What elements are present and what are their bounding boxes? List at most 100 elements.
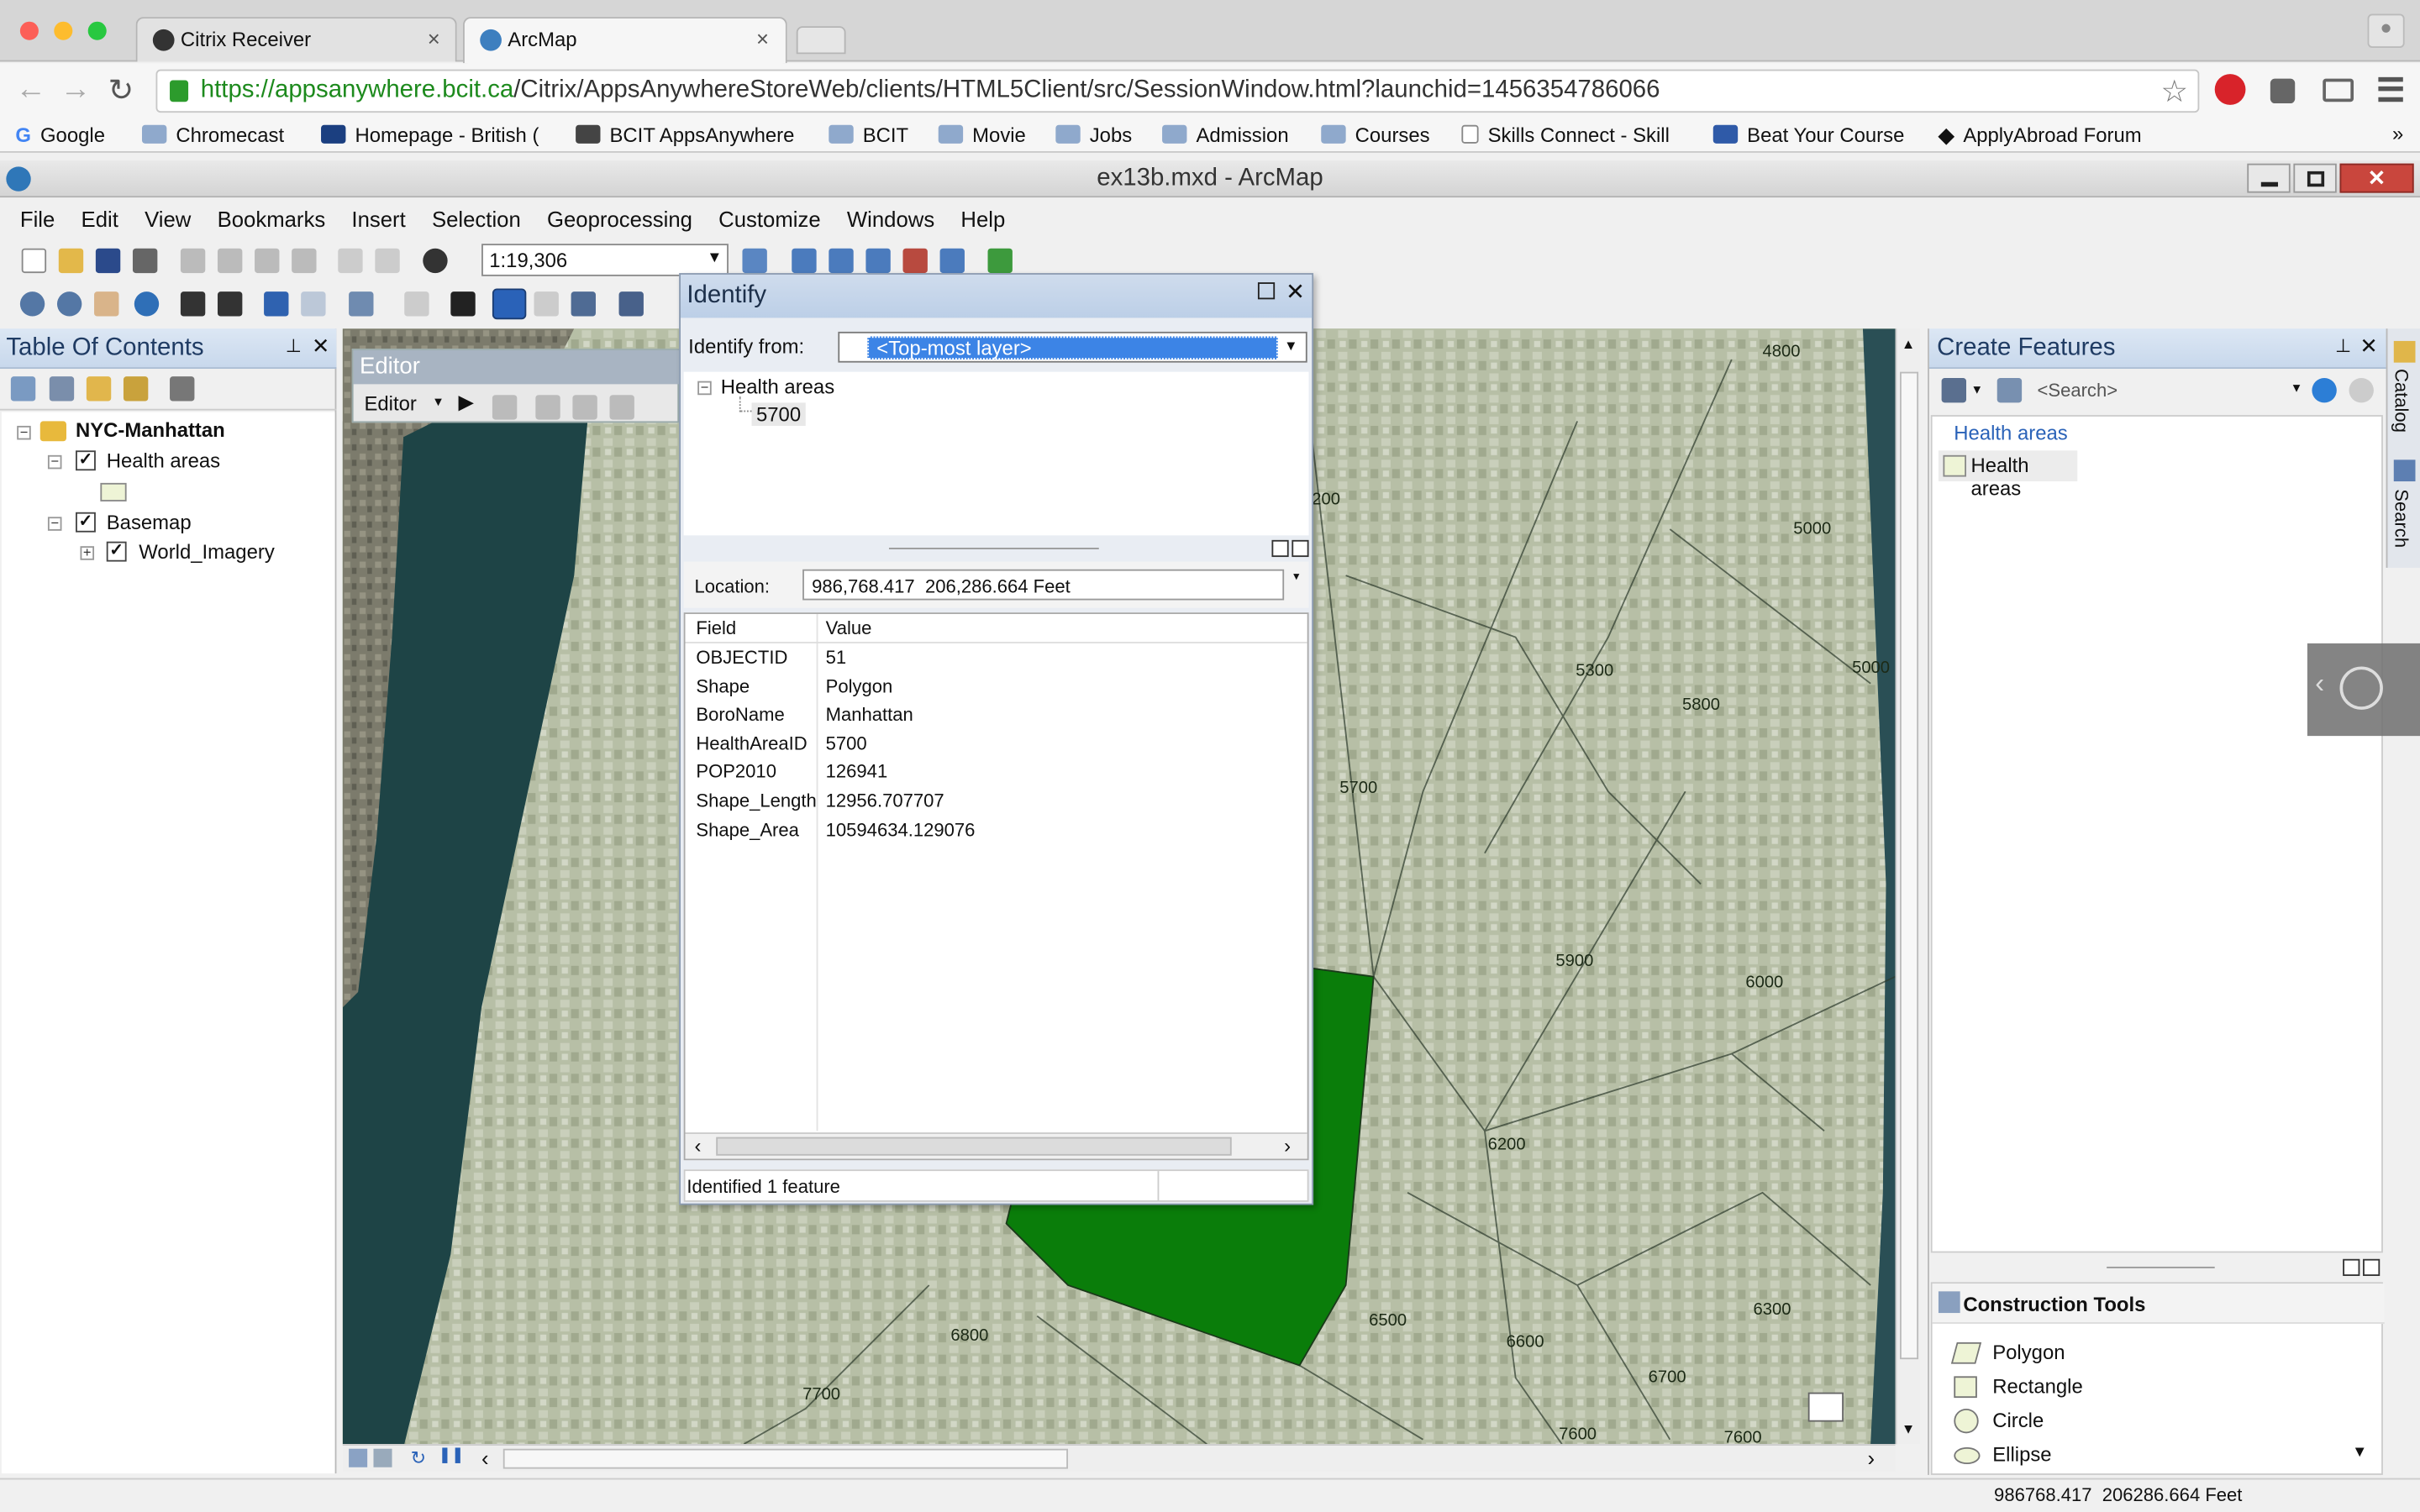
search-window-icon[interactable] <box>865 248 891 274</box>
citrix-receiver-icon[interactable] <box>2339 666 2383 710</box>
template-health-areas[interactable]: Health areas <box>1938 450 2078 500</box>
copy-icon[interactable] <box>217 248 243 274</box>
data-frame-name[interactable]: NYC-Manhattan <box>76 418 225 442</box>
minimize-button[interactable] <box>2247 163 2291 193</box>
star-icon[interactable]: ☆ <box>2160 72 2188 111</box>
splitter-handle[interactable] <box>2107 1266 2215 1268</box>
column-header-field[interactable]: Field <box>696 614 736 642</box>
identify-tool-icon[interactable] <box>492 288 527 320</box>
python-window-icon[interactable] <box>939 248 965 274</box>
filter-icon[interactable] <box>1941 378 1967 403</box>
list-by-visibility-icon[interactable] <box>86 376 112 402</box>
bookmark-beat-your-course[interactable]: Beat Your Course <box>1712 120 1904 151</box>
pan-icon[interactable] <box>94 291 119 317</box>
chevron-down-icon[interactable]: ▼ <box>2291 381 2303 396</box>
tab-arcmap[interactable]: ArcMap × <box>463 17 787 64</box>
scroll-right-icon[interactable]: › <box>1284 1134 1291 1158</box>
identify-from-select[interactable]: <Top-most layer> ▼ <box>838 331 1307 363</box>
full-extent-icon[interactable] <box>134 291 160 317</box>
zoom-window-icon[interactable] <box>87 21 107 40</box>
zoom-in-icon[interactable] <box>19 291 45 317</box>
zoom-out-icon[interactable] <box>56 291 82 317</box>
layout-view-icon[interactable] <box>373 1448 392 1467</box>
column-header-value[interactable]: Value <box>826 614 872 642</box>
menu-geoprocessing[interactable]: Geoprocessing <box>547 207 692 231</box>
search-tab-icon[interactable] <box>2393 459 2416 482</box>
close-icon[interactable]: ✕ <box>2360 333 2378 360</box>
bookmark-bcit-homepage[interactable]: Homepage - British ( <box>321 120 539 151</box>
html-popup-icon[interactable] <box>571 291 596 317</box>
paste-icon[interactable] <box>255 248 280 274</box>
bookmark-jobs[interactable]: Jobs <box>1055 120 1132 151</box>
notes-icon[interactable] <box>1807 1392 1844 1422</box>
bookmark-chromecast[interactable]: Chromecast <box>141 120 284 151</box>
new-document-icon[interactable] <box>21 248 47 274</box>
adblock-icon[interactable] <box>2214 74 2246 105</box>
table-row[interactable]: Shape Polygon <box>686 672 1307 701</box>
close-button[interactable]: ✕ <box>2339 163 2414 193</box>
scroll-left-icon[interactable]: ‹ <box>695 1134 702 1158</box>
list-by-selection-icon[interactable] <box>123 376 149 402</box>
restore-button[interactable] <box>2293 163 2337 193</box>
measure-icon[interactable] <box>618 291 644 317</box>
bookmark-courses[interactable]: Courses <box>1321 120 1430 151</box>
scroll-thumb[interactable] <box>502 1448 1069 1469</box>
select-features-icon[interactable] <box>349 291 374 317</box>
bookmarks-overflow-icon[interactable]: » <box>2392 122 2403 145</box>
collapse-icon[interactable]: − <box>697 381 712 396</box>
hyperlink-icon[interactable] <box>534 291 559 317</box>
splitter-handle[interactable] <box>888 548 1099 549</box>
open-icon[interactable] <box>58 248 84 274</box>
clear-selection-icon[interactable] <box>404 291 429 317</box>
collapse-panel-icon[interactable] <box>2363 1258 2381 1276</box>
close-tab-icon[interactable]: × <box>756 26 769 50</box>
table-row[interactable]: HealthAreaID 5700 <box>686 729 1307 758</box>
layer-health-areas[interactable]: Health areas <box>107 449 220 472</box>
go-back-icon[interactable] <box>264 291 289 317</box>
profile-icon[interactable]: ● <box>2367 13 2405 48</box>
bookmark-bcit-appsanywhere[interactable]: BCIT AppsAnywhere <box>576 120 794 151</box>
location-options-icon[interactable]: ▾ <box>1293 570 1299 584</box>
select-elements-icon[interactable] <box>450 291 476 317</box>
bookmark-skills-connect[interactable]: Skills Connect - Skill <box>1461 120 1670 151</box>
edit-tool-icon[interactable]: ▶ <box>459 391 474 415</box>
menu-view[interactable]: View <box>145 207 191 231</box>
pin-icon[interactable]: ⊥ <box>2335 335 2351 357</box>
pin-icon[interactable]: ⊥ <box>286 335 302 357</box>
bookmark-admission[interactable]: Admission <box>1162 120 1289 151</box>
table-row[interactable]: Shape_Area 10594634.129076 <box>686 816 1307 844</box>
save-icon[interactable] <box>95 248 121 274</box>
scale-combobox[interactable]: 1:19,306 ▼ <box>481 244 729 276</box>
search-templates-input[interactable]: <Search> ▼ <box>2031 376 2307 407</box>
cut-icon[interactable] <box>180 248 206 274</box>
map-vertical-scrollbar[interactable]: ▲ ▼ <box>1895 328 1920 1445</box>
menu-edit[interactable]: Edit <box>82 207 118 231</box>
tree-layer[interactable]: Health areas <box>721 375 834 398</box>
list-by-drawing-order-icon[interactable] <box>10 376 36 402</box>
collapse-icon[interactable]: − <box>17 425 31 440</box>
bookmark-google[interactable]: G Google <box>15 120 105 151</box>
search-icon[interactable] <box>2312 378 2337 403</box>
straight-segment-icon[interactable] <box>535 395 560 420</box>
menu-help[interactable]: Help <box>960 207 1005 231</box>
tree-feature[interactable]: 5700 <box>751 402 806 426</box>
info-icon[interactable] <box>1292 539 1309 558</box>
bookmark-applyabroad[interactable]: ◆ ApplyAbroad Forum <box>1939 120 2142 151</box>
menu-selection[interactable]: Selection <box>432 207 521 231</box>
menu-customize[interactable]: Customize <box>718 207 820 231</box>
edit-annotation-icon[interactable] <box>492 395 518 420</box>
chevron-down-icon[interactable]: ▼ <box>1284 338 1297 353</box>
model-builder-icon[interactable] <box>987 248 1013 274</box>
collapse-icon[interactable]: − <box>47 516 62 531</box>
expand-panel-icon[interactable] <box>1271 539 1289 558</box>
minimize-window-icon[interactable] <box>54 21 73 40</box>
expand-panel-icon[interactable] <box>2343 1258 2360 1276</box>
forward-arrow-icon[interactable]: → <box>60 72 92 108</box>
table-row[interactable]: OBJECTID 51 <box>686 643 1307 672</box>
bookmark-bcit[interactable]: BCIT <box>829 120 908 151</box>
delete-icon[interactable] <box>292 248 317 274</box>
go-forward-icon[interactable] <box>301 291 326 317</box>
new-tab-button[interactable] <box>796 26 846 55</box>
editor-menu-button[interactable]: Editor <box>364 392 416 416</box>
group-visibility-checkbox[interactable]: ✓ <box>76 512 96 533</box>
